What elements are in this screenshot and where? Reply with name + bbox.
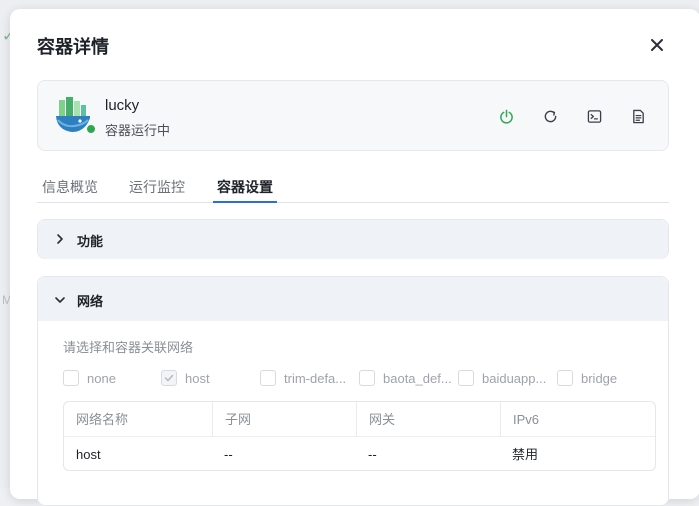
- close-button[interactable]: [646, 34, 668, 56]
- features-section: 功能: [37, 219, 669, 259]
- tab-overview[interactable]: 信息概览: [41, 177, 99, 203]
- app-status: 容器运行中: [105, 123, 171, 138]
- terminal-button[interactable]: [572, 104, 616, 128]
- network-option-trim-default[interactable]: trim-defa...: [260, 370, 346, 386]
- dialog-title: 容器详情: [37, 37, 109, 57]
- chevron-down-icon: [55, 297, 65, 303]
- cell-gateway: --: [368, 447, 377, 462]
- checkbox-baiduapp[interactable]: [458, 370, 474, 386]
- checkmark-icon: [164, 374, 174, 382]
- power-button[interactable]: [484, 104, 528, 128]
- app-action-bar: [484, 104, 660, 128]
- network-option-label: baiduapp...: [482, 370, 547, 386]
- log-document-icon: [632, 109, 644, 123]
- features-section-header[interactable]: 功能: [38, 220, 668, 259]
- chevron-right-icon: [57, 234, 63, 244]
- cell-subnet: --: [224, 447, 233, 462]
- cell-network-name: host: [76, 447, 101, 462]
- checkbox-trim-default[interactable]: [260, 370, 276, 386]
- checkbox-baota-default[interactable]: [359, 370, 375, 386]
- table-header-row: 网络名称 子网 网关 IPv6: [64, 402, 655, 437]
- detail-tabs: 信息概览 运行监控 容器设置: [37, 172, 669, 203]
- network-option-host[interactable]: host: [161, 370, 210, 386]
- network-section-header[interactable]: 网络: [38, 277, 668, 321]
- container-detail-dialog: 容器详情 lucky 容器运行中 信息概览 运行监控 容器设置 功能 网络 请选…: [10, 9, 699, 506]
- column-header-subnet: 子网: [212, 402, 356, 437]
- network-option-label: trim-defa...: [284, 370, 347, 386]
- network-option-none[interactable]: none: [63, 370, 116, 386]
- network-option-label: baota_def...: [383, 370, 452, 386]
- tab-monitor[interactable]: 运行监控: [129, 177, 185, 203]
- checkbox-bridge[interactable]: [557, 370, 573, 386]
- checkbox-none[interactable]: [63, 370, 79, 386]
- network-option-baota-default[interactable]: baota_def...: [359, 370, 452, 386]
- column-header-ipv6: IPv6: [500, 402, 655, 437]
- network-option-baiduapp[interactable]: baiduapp...: [458, 370, 546, 386]
- close-icon: [651, 39, 663, 51]
- table-row: host -- -- 禁用: [64, 437, 655, 470]
- tab-container-settings[interactable]: 容器设置: [213, 177, 277, 203]
- power-icon: [499, 109, 513, 124]
- column-header-network-name: 网络名称: [76, 412, 129, 427]
- checkbox-host[interactable]: [161, 370, 177, 386]
- app-summary-card: lucky 容器运行中: [37, 80, 669, 151]
- network-option-label: host: [185, 370, 210, 386]
- cell-ipv6: 禁用: [512, 447, 539, 462]
- network-section-title: 网络: [77, 294, 104, 309]
- restart-button[interactable]: [528, 104, 572, 128]
- terminal-icon: [587, 109, 601, 123]
- restart-icon: [544, 110, 556, 122]
- network-table: 网络名称 子网 网关 IPv6 host -- -- 禁用: [63, 401, 656, 471]
- network-option-label: none: [87, 370, 116, 386]
- running-status-dot: [85, 123, 97, 135]
- network-option-list: none host trim-defa... baota_def... baid…: [63, 370, 663, 390]
- features-section-title: 功能: [77, 234, 104, 249]
- network-option-label: bridge: [581, 370, 618, 386]
- log-button[interactable]: [616, 104, 660, 128]
- network-section: 网络 请选择和容器关联网络 none host trim-defa... bao…: [37, 276, 669, 506]
- app-name: lucky: [105, 97, 140, 114]
- column-header-gateway: 网关: [356, 402, 500, 437]
- network-select-prompt: 请选择和容器关联网络: [63, 340, 194, 355]
- network-option-bridge[interactable]: bridge: [557, 370, 617, 386]
